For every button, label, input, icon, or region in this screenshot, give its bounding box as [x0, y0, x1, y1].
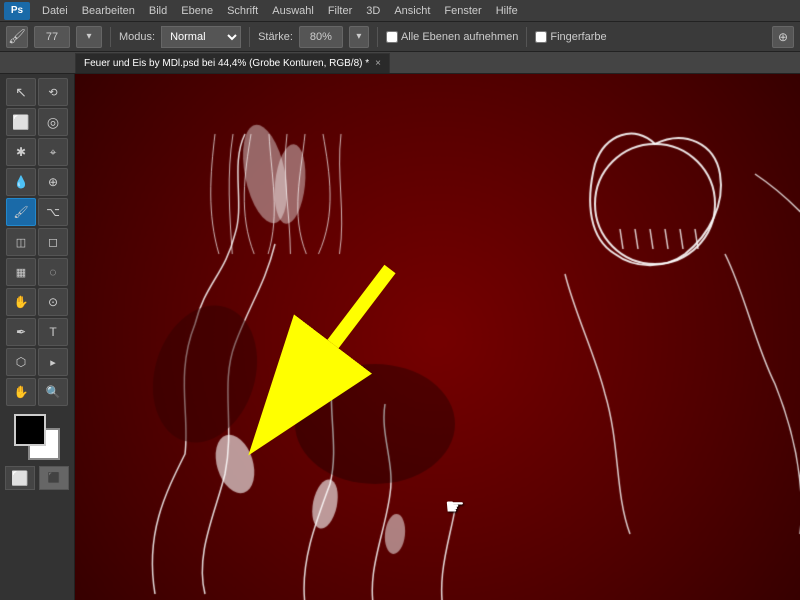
text-tool[interactable]: T	[38, 318, 68, 346]
divider-1	[110, 27, 111, 47]
menu-schrift[interactable]: Schrift	[221, 3, 264, 19]
menu-auswahl[interactable]: Auswahl	[266, 3, 320, 19]
menu-bild[interactable]: Bild	[143, 3, 173, 19]
eyedropper-tool[interactable]: 💧	[6, 168, 36, 196]
menu-ebene[interactable]: Ebene	[175, 3, 219, 19]
brush-tool[interactable]: 🖌	[6, 198, 36, 226]
shape-tool[interactable]: ⬡	[6, 348, 36, 376]
color-swatches	[14, 414, 60, 460]
tool-row-4: 💧 ⊕	[6, 168, 68, 196]
menu-filter[interactable]: Filter	[322, 3, 358, 19]
tab-close-button[interactable]: ×	[375, 58, 381, 69]
artwork-canvas	[75, 74, 800, 600]
quick-mask-area: ⬜ ⬛	[5, 466, 69, 490]
staerke-label: Stärke:	[258, 31, 293, 43]
staerke-slider-icon[interactable]: ▾	[349, 26, 369, 48]
divider-2	[249, 27, 250, 47]
gradient-tool[interactable]: ▦	[6, 258, 36, 286]
tools-panel: ↖ ⟲ ⬜ ◎ ✱ ⌖ 💧 ⊕ 🖌 ⌥ ◫ ◻ ▦ ◌	[0, 74, 75, 600]
artboard-tool[interactable]: ⟲	[38, 78, 68, 106]
options-toolbar: 🖌 77 ▾ Modus: Normal Multiplizieren Aufh…	[0, 22, 800, 52]
tool-row-9: ✒ T	[6, 318, 68, 346]
brush-size-display[interactable]: 77	[34, 26, 70, 48]
move-tool[interactable]: ↖	[6, 78, 36, 106]
menu-ansicht[interactable]: Ansicht	[388, 3, 436, 19]
extra-options-icon[interactable]: ⊕	[772, 26, 794, 48]
clone-tool[interactable]: ⌥	[38, 198, 68, 226]
modus-label: Modus:	[119, 31, 155, 43]
hand-tool[interactable]: ✋	[6, 378, 36, 406]
tool-row-11: ✋ 🔍	[6, 378, 68, 406]
menu-bar: Ps Datei Bearbeiten Bild Ebene Schrift A…	[0, 0, 800, 22]
tab-title: Feuer und Eis by MDl.psd bei 44,4% (Grob…	[84, 58, 369, 69]
zoom-tool[interactable]: 🔍	[38, 378, 68, 406]
alle-ebenen-label: Alle Ebenen aufnehmen	[401, 31, 518, 43]
foreground-color-swatch[interactable]	[14, 414, 46, 446]
smudge-tool[interactable]: ⊙	[38, 288, 68, 316]
tool-row-3: ✱ ⌖	[6, 138, 68, 166]
divider-4	[526, 27, 527, 47]
fingerfarbe-checkbox[interactable]	[535, 31, 547, 43]
divider-3	[377, 27, 378, 47]
staerke-value[interactable]: 80%	[299, 26, 343, 48]
tool-row-1: ↖ ⟲	[6, 78, 68, 106]
main-area: ↖ ⟲ ⬜ ◎ ✱ ⌖ 💧 ⊕ 🖌 ⌥ ◫ ◻ ▦ ◌	[0, 74, 800, 600]
menu-hilfe[interactable]: Hilfe	[490, 3, 524, 19]
menu-3d[interactable]: 3D	[360, 3, 386, 19]
spot-heal-tool[interactable]: ⊕	[38, 168, 68, 196]
alle-ebenen-checkbox[interactable]	[386, 31, 398, 43]
tab-bar: Feuer und Eis by MDl.psd bei 44,4% (Grob…	[0, 52, 800, 74]
eraser-tool[interactable]: ◻	[38, 228, 68, 256]
document-tab[interactable]: Feuer und Eis by MDl.psd bei 44,4% (Grob…	[75, 53, 390, 73]
pen-tool[interactable]: ✒	[6, 318, 36, 346]
ps-logo: Ps	[4, 2, 30, 20]
marquee-tool[interactable]: ⬜	[6, 108, 36, 136]
canvas-area[interactable]: ☛	[75, 74, 800, 600]
fingerfarbe-label: Fingerfarbe	[550, 31, 606, 43]
tool-row-6: ◫ ◻	[6, 228, 68, 256]
menu-datei[interactable]: Datei	[36, 3, 74, 19]
path-select-tool[interactable]: ▸	[38, 348, 68, 376]
lasso-tool[interactable]: ◎	[38, 108, 68, 136]
tool-row-2: ⬜ ◎	[6, 108, 68, 136]
fingerfarbe-group: Fingerfarbe	[535, 31, 606, 43]
alle-ebenen-group: Alle Ebenen aufnehmen	[386, 31, 518, 43]
quick-mask-btn[interactable]: ⬛	[39, 466, 69, 490]
menu-fenster[interactable]: Fenster	[438, 3, 487, 19]
tool-row-7: ▦ ◌	[6, 258, 68, 286]
brush-tool-icon[interactable]: 🖌	[6, 26, 28, 48]
tool-row-10: ⬡ ▸	[6, 348, 68, 376]
menu-bearbeiten[interactable]: Bearbeiten	[76, 3, 141, 19]
brush-preset-icon[interactable]: ▾	[76, 26, 102, 48]
magic-wand-tool[interactable]: ✱	[6, 138, 36, 166]
history-tool[interactable]: ◫	[6, 228, 36, 256]
modus-select[interactable]: Normal Multiplizieren Aufhellen	[161, 26, 241, 48]
crop-tool[interactable]: ⌖	[38, 138, 68, 166]
tool-row-8: ✋ ⊙	[6, 288, 68, 316]
tool-row-5: 🖌 ⌥	[6, 198, 68, 226]
dodge-tool[interactable]: ✋	[6, 288, 36, 316]
standard-mode-btn[interactable]: ⬜	[5, 466, 35, 490]
blur-tool[interactable]: ◌	[38, 258, 68, 286]
